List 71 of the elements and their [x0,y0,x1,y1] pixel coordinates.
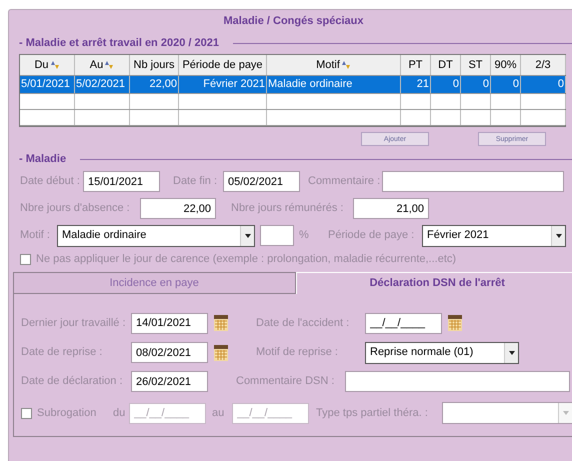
column-header[interactable]: PT [401,55,431,75]
input-field[interactable]: 14/01/2021 [131,312,208,334]
field-label: Type tps partiel théra. : [316,406,429,421]
table-cell: 5/01/2021 [20,76,75,93]
field-label: Commentaire : [308,174,382,190]
table-cell: 21 [401,76,431,93]
column-header[interactable]: 90% [491,55,521,75]
caret-icon[interactable] [551,226,565,246]
field-label: Nbre jours rémunérés : [231,201,344,216]
column-header[interactable]: Du [20,55,75,75]
calendar-icon[interactable] [214,344,228,360]
sort-icon[interactable] [340,60,351,70]
input-field[interactable]: 15/01/2021 [83,171,160,192]
sort-icon[interactable] [50,60,60,70]
field-label: Date début : [20,174,81,190]
table-cell: 22,00 [130,76,179,93]
input-field[interactable]: 22,00 [140,198,216,219]
table-cell: 0 [431,76,461,93]
table-cell: 5/02/2021 [75,76,130,93]
section-title: - Maladie [19,152,66,168]
table-row[interactable] [20,94,565,110]
calendar-icon[interactable] [214,315,228,331]
dialog-title: Maladie / Congés spéciaux [224,14,364,29]
field-label: Date de déclaration : [21,374,124,390]
column-header[interactable]: Période de paye [179,55,267,75]
input-field[interactable]: __/__/____ [365,312,442,334]
field-label: du [113,406,126,421]
column-header[interactable]: ST [461,55,491,75]
column-header[interactable]: Motif [267,55,401,75]
field-label: Motif de reprise : [256,345,339,360]
field-label: Date de l'accident : [256,316,350,331]
input-field[interactable]: 26/02/2021 [131,371,208,392]
input-field[interactable]: 21,00 [353,198,429,219]
checkbox-label: Ne pas appliquer le jour de carence (exemple : prolongation, maladie récurrente,...etc) [36,252,456,267]
checkbox-label: Subrogation [37,406,96,421]
checkbox[interactable] [20,254,31,264]
column-header[interactable]: 2/3 [521,55,566,75]
table-cell: 0 [521,76,566,93]
input-field[interactable] [345,371,570,392]
dropdown[interactable]: Février 2021 [422,224,566,246]
field-label: Nbre jours d'absence : [20,201,131,216]
table-cell: Maladie ordinaire [267,76,401,93]
table-cell: 0 [461,76,491,93]
table-row[interactable]: 5/01/2021 5/02/2021 22,00 Février 2021 Maladie ordinaire 21 0 0 0 0 [20,76,565,94]
dropdown[interactable]: Maladie ordinaire [57,224,255,246]
field-label: au [212,406,226,421]
input-field[interactable]: 05/02/2021 [223,171,300,192]
input-field[interactable]: 08/02/2021 [131,342,208,363]
column-header[interactable]: DT [431,55,461,75]
table-cell: 0 [491,76,521,93]
input-field[interactable] [260,225,294,246]
field-label: Période de paye : [328,228,416,244]
table-row[interactable] [20,110,565,126]
dropdown[interactable]: Reprise normale (01) [365,342,519,364]
field-label: Dernier jour travaillé : [21,316,127,331]
field-label: % [299,228,310,244]
field-label: Motif : [20,228,51,244]
calendar-icon[interactable] [448,315,462,331]
section-title: - Maladie et arrêt travail en 2020 / 2021 [19,36,219,51]
column-header[interactable]: Nb jours [130,55,179,75]
sort-icon[interactable] [104,60,114,70]
field-label: Commentaire DSN : [236,374,336,390]
column-header[interactable]: Au [75,55,130,75]
checkbox[interactable] [21,408,32,418]
tab[interactable]: Déclaration DSN de l'arrêt [296,272,572,294]
caret-icon[interactable] [240,226,254,246]
caret-icon[interactable] [504,342,518,362]
input-field[interactable] [382,171,564,192]
field-label: Date fin : [173,174,218,190]
table-cell: Février 2021 [179,76,267,93]
field-label: Date de reprise : [21,345,104,360]
